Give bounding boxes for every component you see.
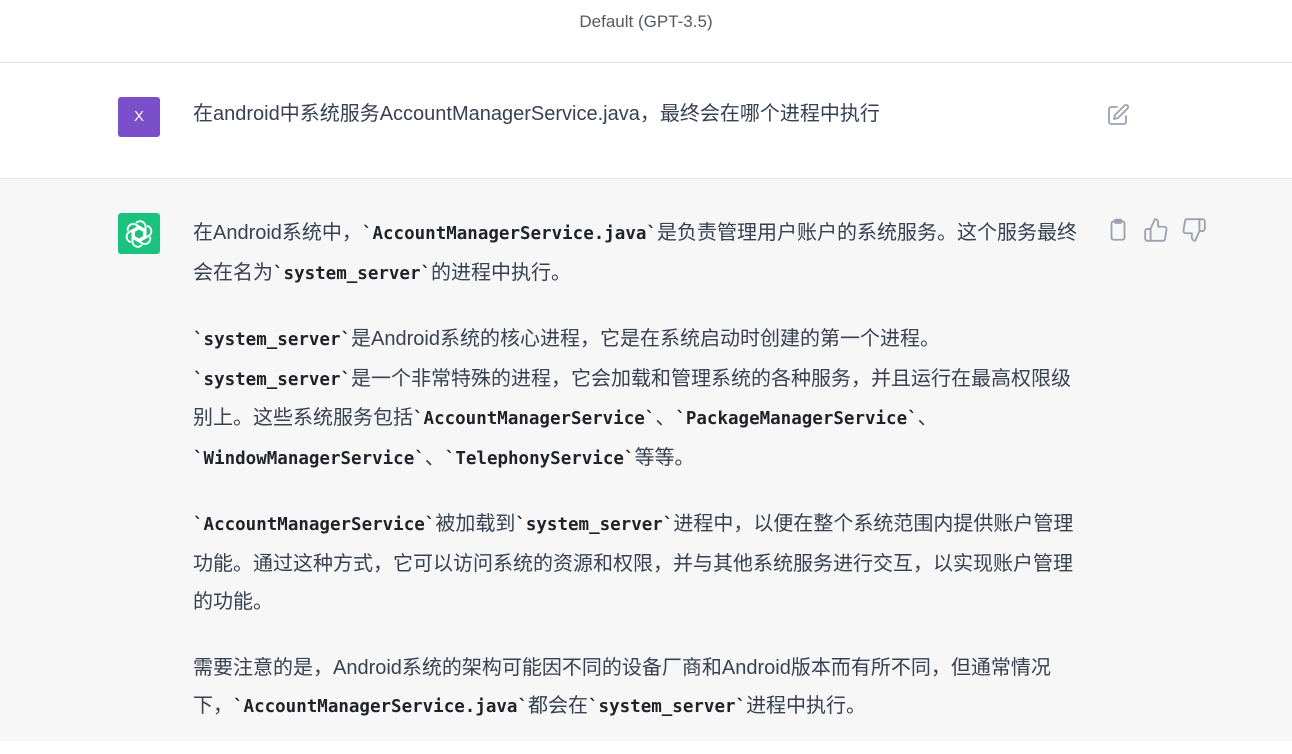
assistant-avatar xyxy=(118,213,160,254)
thumbs-up-button[interactable] xyxy=(1143,217,1169,243)
inline-code: `system_server` xyxy=(515,515,674,535)
model-label: Default (GPT-3.5) xyxy=(579,12,713,31)
paragraph-text: 、 xyxy=(655,407,676,429)
paragraph-text: 是Android系统的核心进程，它是在系统启动时创建的第一个进程。 xyxy=(351,328,940,350)
assistant-paragraph: 在Android系统中，`AccountManagerService.java`… xyxy=(193,214,1083,293)
inline-code: `AccountManagerService.java` xyxy=(361,224,657,244)
paragraph-text: 进程中执行。 xyxy=(746,695,867,717)
user-message: X 在android中系统服务AccountManagerService.jav… xyxy=(0,63,1292,179)
edit-message-button[interactable] xyxy=(1106,103,1130,127)
conversation-header: Default (GPT-3.5) xyxy=(0,0,1292,63)
copy-icon xyxy=(1110,218,1126,241)
paragraph-text: 的进程中执行。 xyxy=(431,261,572,284)
paragraph-text: 等等。 xyxy=(634,446,695,469)
thumbs-down-icon xyxy=(1182,218,1206,242)
inline-code: `system_server` xyxy=(588,697,747,717)
inline-code: `WindowManagerService` xyxy=(193,448,425,469)
inline-code: `AccountManagerService` xyxy=(413,409,656,429)
paragraph-text: 、 xyxy=(424,446,445,469)
inline-code: `AccountManagerService` xyxy=(193,515,436,535)
edit-icon xyxy=(1108,104,1129,125)
thumbs-up-icon xyxy=(1144,218,1168,242)
inline-code: `system_server` xyxy=(193,369,352,390)
paragraph-text: 、 xyxy=(917,407,938,429)
assistant-paragraph: 需要注意的是，Android系统的架构可能因不同的设备厂商和Android版本而… xyxy=(193,649,1083,727)
paragraph-text: 都会在 xyxy=(528,695,589,717)
paragraph-text: 被加载到 xyxy=(435,513,516,535)
assistant-message-body: 在Android系统中，`AccountManagerService.java`… xyxy=(193,214,1083,754)
assistant-paragraph: `system_server`是Android系统的核心进程，它是在系统启动时创… xyxy=(193,320,1083,478)
user-message-text: 在android中系统服务AccountManagerService.java，… xyxy=(193,103,880,125)
inline-code: `TelephonyService` xyxy=(444,448,635,469)
openai-logo-icon xyxy=(125,220,153,248)
inline-code: `system_server` xyxy=(193,330,352,350)
inline-code: `AccountManagerService.java` xyxy=(233,697,529,717)
copy-button[interactable] xyxy=(1105,217,1131,243)
assistant-paragraph: `AccountManagerService`被加载到`system_serve… xyxy=(193,505,1083,622)
inline-code: `system_server` xyxy=(273,263,432,284)
inline-code: `PackageManagerService` xyxy=(675,409,918,429)
thumbs-down-button[interactable] xyxy=(1181,217,1207,243)
paragraph-text: 在Android系统中， xyxy=(193,222,362,244)
assistant-message: 在Android系统中，`AccountManagerService.java`… xyxy=(0,179,1292,741)
user-avatar: X xyxy=(118,97,160,137)
